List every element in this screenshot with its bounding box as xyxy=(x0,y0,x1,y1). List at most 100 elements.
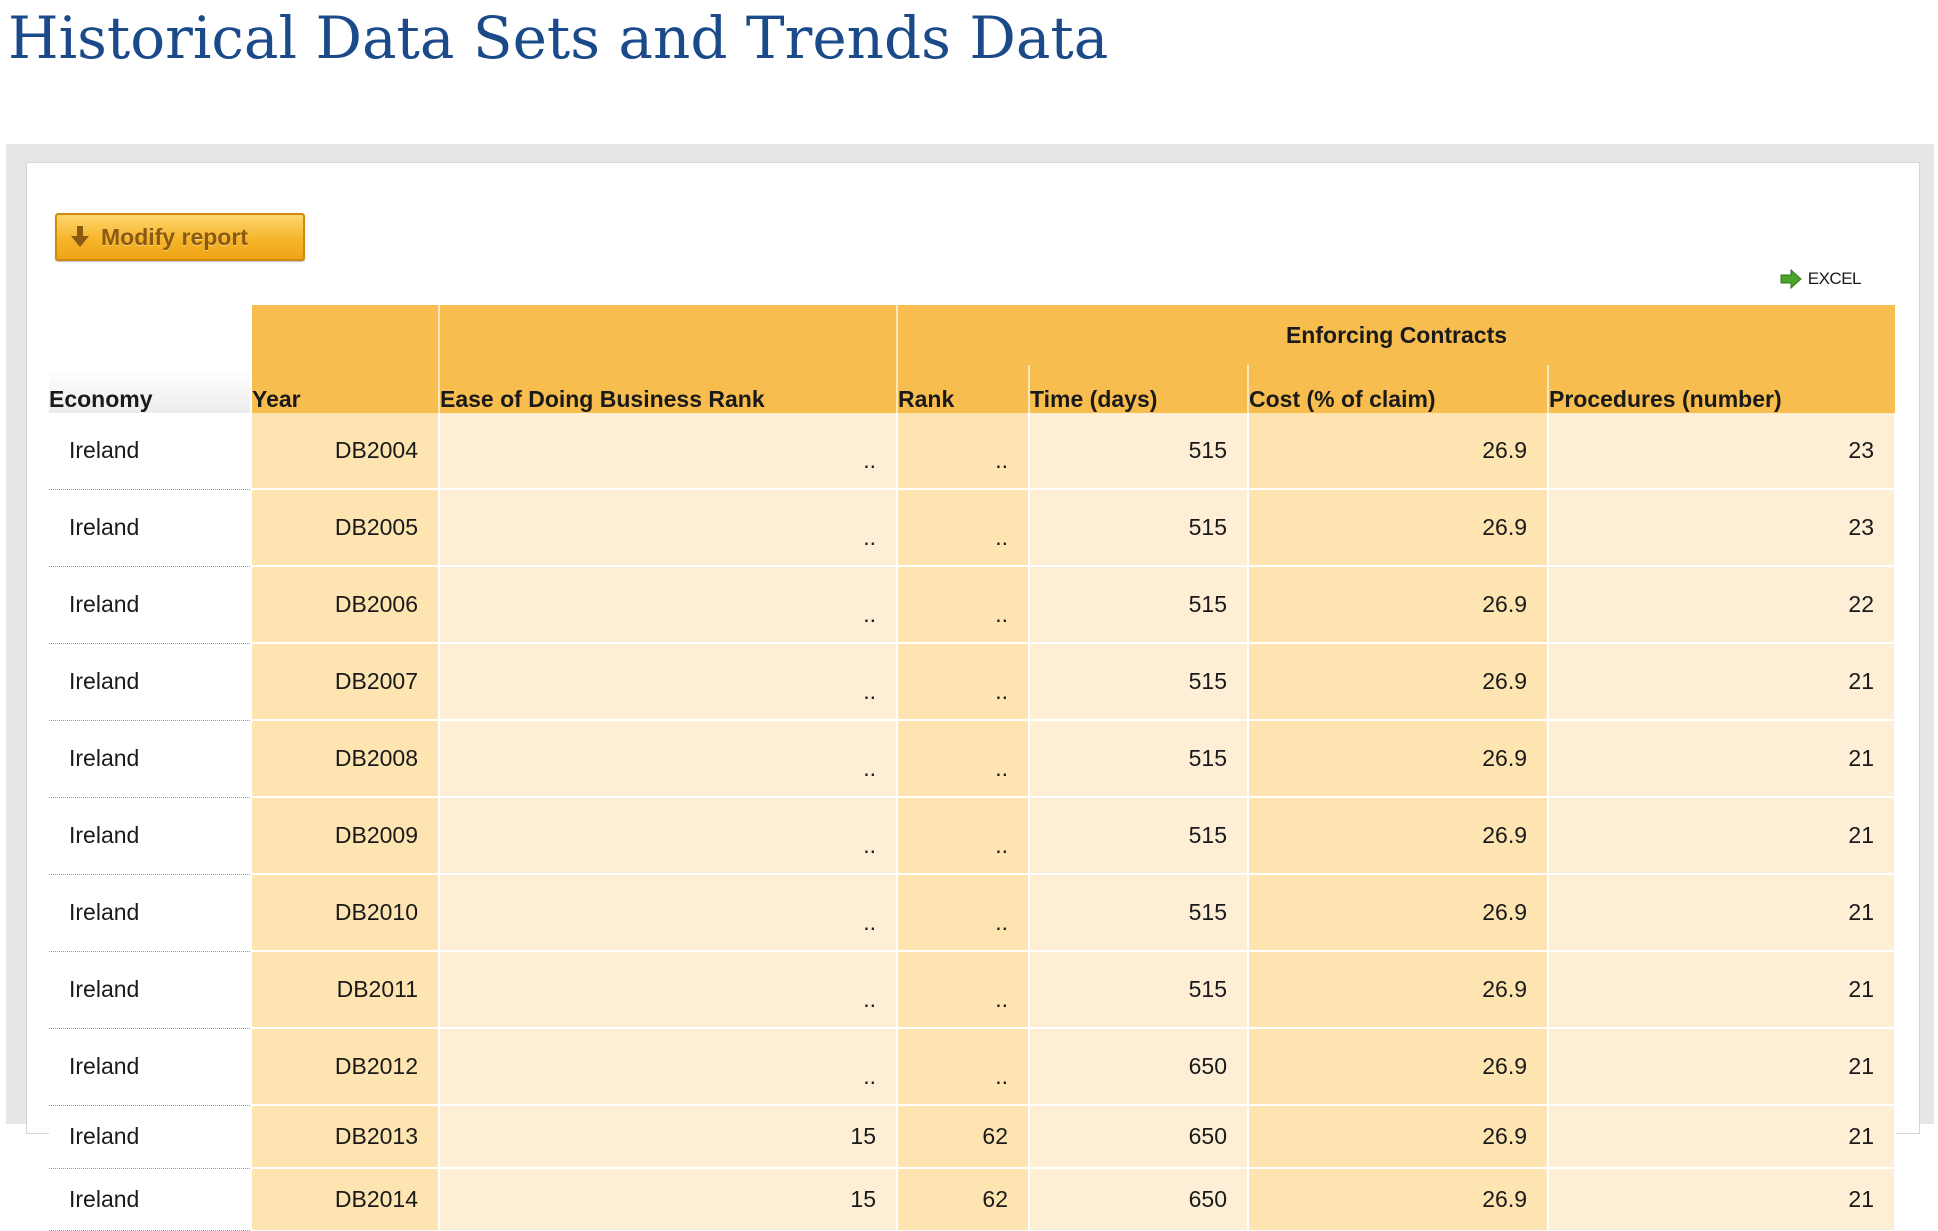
economy-cell: Ireland xyxy=(49,720,252,798)
procedures-cell: 21 xyxy=(1548,720,1897,798)
group-header-enforcing-contracts: Enforcing Contracts xyxy=(897,305,1896,365)
table-row: Ireland DB2013 15 62 650 26.9 21 xyxy=(49,1105,1897,1169)
cost-cell: 26.9 xyxy=(1248,951,1549,1029)
economy-cell: Ireland xyxy=(49,951,252,1029)
time-cell: 515 xyxy=(1029,874,1249,952)
rank-cell: .. xyxy=(897,951,1030,1029)
table-row: Ireland DB2005.... 515 26.9 23 xyxy=(49,489,1897,567)
column-header-procedures: Procedures (number) xyxy=(1546,365,1896,413)
procedures-cell: 21 xyxy=(1548,1105,1897,1169)
column-header-rank: Rank xyxy=(896,365,1029,413)
year-cell: DB2006 xyxy=(251,566,440,644)
year-cell: DB2007 xyxy=(251,643,440,721)
rank-cell: .. xyxy=(897,1028,1030,1106)
arrow-right-icon xyxy=(1780,269,1802,289)
ease-rank-cell: .. xyxy=(439,797,898,875)
procedures-cell: 21 xyxy=(1548,643,1897,721)
procedures-cell: 23 xyxy=(1548,489,1897,567)
ease-rank-cell: 15 xyxy=(439,1168,898,1230)
table-row: Ireland DB2007.... 515 26.9 21 xyxy=(49,643,1897,721)
table-row: Ireland DB2014 15 62 650 26.9 21 xyxy=(49,1168,1897,1231)
report-content: Modify report EXCEL Economy Year Ease of… xyxy=(26,162,1920,1231)
time-cell: 515 xyxy=(1029,951,1249,1029)
excel-export-link[interactable]: EXCEL xyxy=(1780,269,1862,289)
ease-rank-cell: .. xyxy=(439,566,898,644)
column-header-economy: Economy xyxy=(49,305,252,413)
year-cell: DB2014 xyxy=(251,1168,440,1230)
ease-rank-cell: 15 xyxy=(439,1105,898,1169)
cost-cell: 26.9 xyxy=(1248,797,1549,875)
year-cell: DB2005 xyxy=(251,489,440,567)
rank-cell: .. xyxy=(897,489,1030,567)
time-cell: 650 xyxy=(1029,1168,1249,1230)
ease-rank-cell: .. xyxy=(439,489,898,567)
cost-cell: 26.9 xyxy=(1248,489,1549,567)
arrow-down-icon xyxy=(71,226,89,247)
time-cell: 515 xyxy=(1029,489,1249,567)
column-header-time: Time (days) xyxy=(1028,365,1248,413)
ease-rank-cell: .. xyxy=(439,874,898,952)
cost-cell: 26.9 xyxy=(1248,1105,1549,1169)
economy-cell: Ireland xyxy=(49,874,252,952)
table-row: Ireland DB2008.... 515 26.9 21 xyxy=(49,720,1897,798)
economy-cell: Ireland xyxy=(49,643,252,721)
rank-cell: .. xyxy=(897,413,1030,490)
procedures-cell: 21 xyxy=(1548,874,1897,952)
table-row: Ireland DB2004.... 515 26.9 23 xyxy=(49,413,1897,490)
cost-cell: 26.9 xyxy=(1248,720,1549,798)
year-cell: DB2004 xyxy=(251,413,440,490)
rank-cell: .. xyxy=(897,720,1030,798)
column-header-ease-rank: Ease of Doing Business Rank xyxy=(439,305,898,413)
data-table: Economy Year Ease of Doing Business Rank… xyxy=(49,305,1897,1231)
rank-cell: .. xyxy=(897,566,1030,644)
cost-cell: 26.9 xyxy=(1248,1168,1549,1230)
economy-cell: Ireland xyxy=(49,413,252,490)
procedures-cell: 23 xyxy=(1548,413,1897,490)
economy-cell: Ireland xyxy=(49,1105,252,1169)
rank-cell: .. xyxy=(897,874,1030,952)
page-title: Historical Data Sets and Trends Data xyxy=(8,4,1109,72)
ease-rank-cell: .. xyxy=(439,1028,898,1106)
procedures-cell: 22 xyxy=(1548,566,1897,644)
time-cell: 650 xyxy=(1029,1028,1249,1106)
cost-cell: 26.9 xyxy=(1248,566,1549,644)
table-row: Ireland DB2006.... 515 26.9 22 xyxy=(49,566,1897,644)
excel-label: EXCEL xyxy=(1807,269,1862,288)
procedures-cell: 21 xyxy=(1548,1028,1897,1106)
table-body: Ireland DB2004.... 515 26.9 23 Ireland DB2005.… xyxy=(49,413,1897,1231)
procedures-cell: 21 xyxy=(1548,797,1897,875)
cost-cell: 26.9 xyxy=(1248,1028,1549,1106)
time-cell: 515 xyxy=(1029,566,1249,644)
time-cell: 515 xyxy=(1029,797,1249,875)
year-cell: DB2008 xyxy=(251,720,440,798)
rank-cell: 62 xyxy=(897,1105,1030,1169)
economy-cell: Ireland xyxy=(49,1028,252,1106)
procedures-cell: 21 xyxy=(1548,1168,1897,1230)
time-cell: 650 xyxy=(1029,1105,1249,1169)
table-row: Ireland DB2011.... 515 26.9 21 xyxy=(49,951,1897,1029)
year-cell: DB2013 xyxy=(251,1105,440,1169)
ease-rank-cell: .. xyxy=(439,951,898,1029)
cost-cell: 26.9 xyxy=(1248,874,1549,952)
modify-report-button[interactable]: Modify report xyxy=(55,213,305,261)
economy-cell: Ireland xyxy=(49,797,252,875)
cost-cell: 26.9 xyxy=(1248,413,1549,490)
time-cell: 515 xyxy=(1029,720,1249,798)
time-cell: 515 xyxy=(1029,643,1249,721)
ease-rank-cell: .. xyxy=(439,413,898,490)
column-header-year: Year xyxy=(251,305,440,413)
modify-report-label: Modify report xyxy=(101,223,248,250)
procedures-cell: 21 xyxy=(1548,951,1897,1029)
table-row: Ireland DB2009.... 515 26.9 21 xyxy=(49,797,1897,875)
ease-rank-cell: .. xyxy=(439,720,898,798)
year-cell: DB2011 xyxy=(251,951,440,1029)
rank-cell: .. xyxy=(897,643,1030,721)
time-cell: 515 xyxy=(1029,413,1249,490)
rank-cell: .. xyxy=(897,797,1030,875)
economy-cell: Ireland xyxy=(49,566,252,644)
year-cell: DB2009 xyxy=(251,797,440,875)
year-cell: DB2010 xyxy=(251,874,440,952)
rank-cell: 62 xyxy=(897,1168,1030,1230)
table-row: Ireland DB2010.... 515 26.9 21 xyxy=(49,874,1897,952)
ease-rank-cell: .. xyxy=(439,643,898,721)
